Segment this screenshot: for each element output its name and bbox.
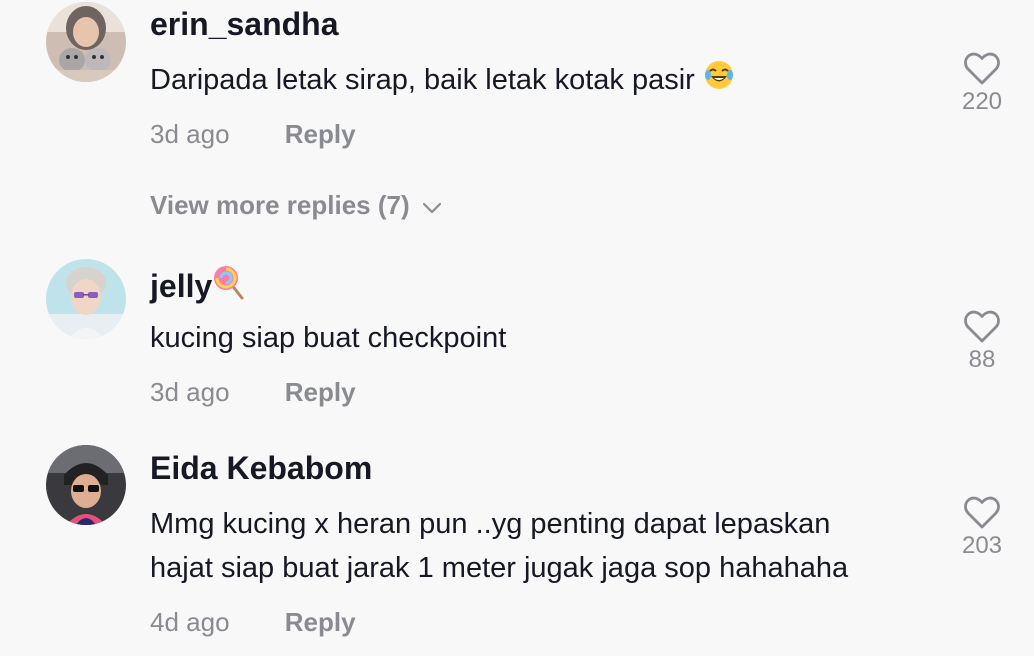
comment-time: 3d ago (150, 119, 230, 149)
avatar[interactable] (46, 259, 126, 339)
like-count: 88 (968, 346, 996, 373)
comment-username[interactable]: Eida Kebabom (150, 450, 372, 487)
comment-text: Daripada letak sirap, baik letak kotak p… (150, 58, 735, 104)
reply-button[interactable]: Reply (285, 119, 356, 149)
comment-username[interactable]: jelly (150, 264, 246, 308)
view-more-replies-button[interactable]: View more replies (7) (150, 190, 442, 221)
heart-icon[interactable] (947, 496, 1017, 530)
comment-username[interactable]: erin_sandha (150, 6, 339, 43)
heart-icon[interactable] (947, 52, 1017, 86)
comment-meta: 3d ago Reply (150, 119, 356, 150)
avatar[interactable] (46, 445, 126, 525)
comment-meta: 3d ago Reply (150, 377, 356, 408)
comment-meta: 4d ago Reply (150, 607, 356, 638)
comment-text-line: hajat siap buat jarak 1 meter jugak jaga… (150, 552, 849, 584)
reply-button[interactable]: Reply (285, 377, 356, 407)
comment-text: kucing siap buat checkpoint (150, 322, 507, 354)
comment-time: 4d ago (150, 607, 230, 637)
lollipop-emoji (212, 264, 246, 308)
heart-icon[interactable] (947, 310, 1017, 344)
like-count: 203 (961, 532, 1003, 559)
laughing-tears-emoji (703, 59, 735, 104)
chevron-down-icon[interactable] (410, 190, 442, 221)
like-button[interactable]: 220 (947, 52, 1017, 116)
like-count: 220 (961, 88, 1003, 115)
avatar[interactable] (46, 2, 126, 82)
like-button[interactable]: 88 (947, 310, 1017, 374)
like-button[interactable]: 203 (947, 496, 1017, 560)
comment-time: 3d ago (150, 377, 230, 407)
reply-button[interactable]: Reply (285, 607, 356, 637)
comment-text-line: Mmg kucing x heran pun ..yg penting dapa… (150, 508, 831, 540)
